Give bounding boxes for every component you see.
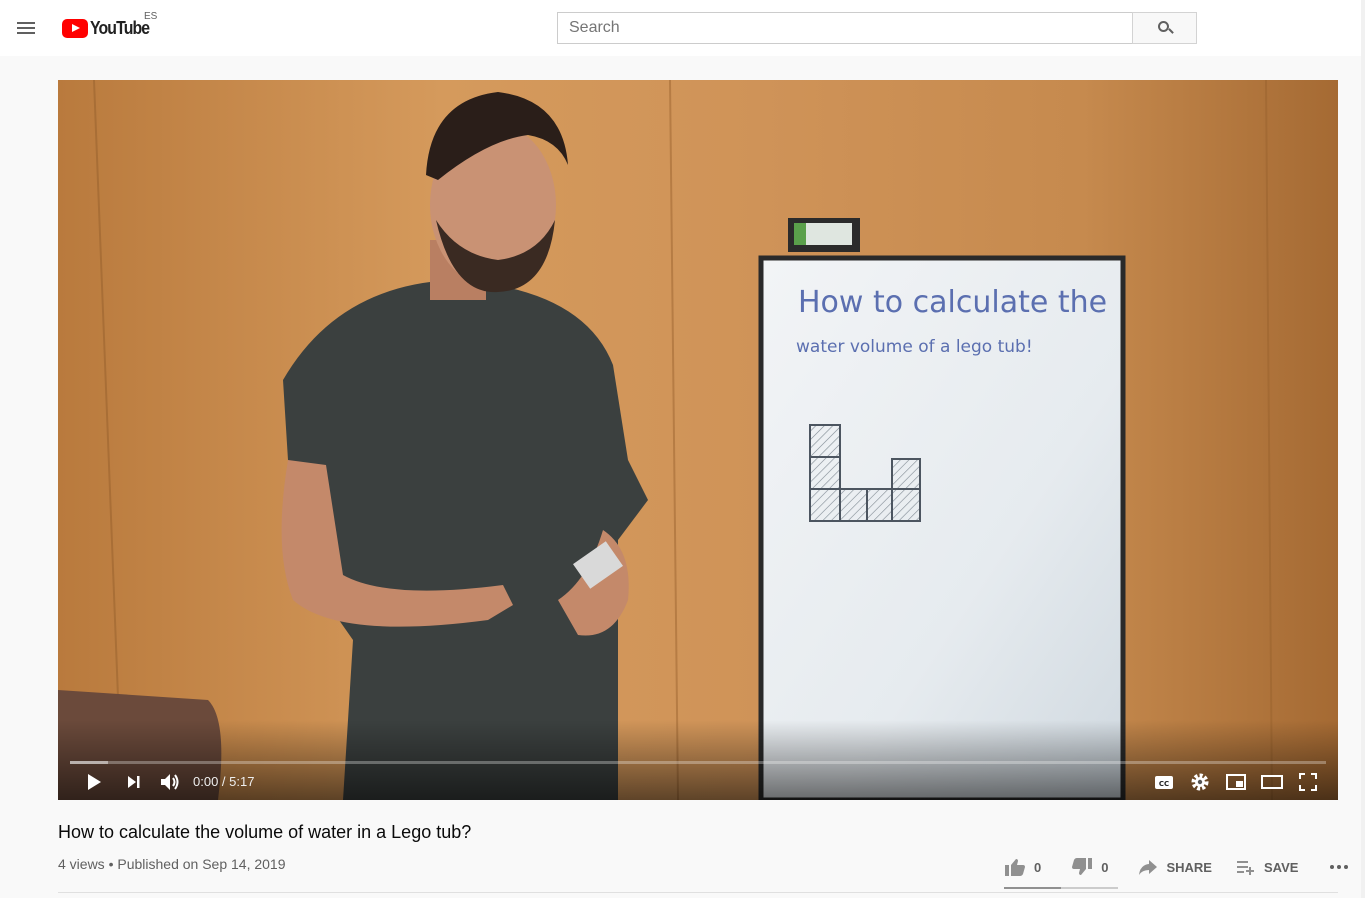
save-label: SAVE — [1263, 859, 1299, 875]
whiteboard-line-2: water volume of a lego tub! — [796, 337, 1033, 357]
volume-button[interactable] — [158, 770, 182, 794]
thumbs-down-icon — [1072, 858, 1093, 875]
dislike-count: 0 — [1101, 859, 1109, 875]
progress-bar[interactable] — [70, 761, 1326, 764]
volume-icon — [161, 774, 179, 790]
share-label: SHARE — [1166, 859, 1212, 875]
theater-button[interactable] — [1260, 770, 1284, 794]
video-frame: How to calculate the water volume of a l… — [58, 80, 1338, 800]
fullscreen-icon — [1299, 773, 1317, 791]
video-actions: 0 0 SHARE SAVE — [1004, 852, 1358, 882]
video-meta: 4 views • Published on Sep 14, 2019 — [58, 856, 286, 872]
playlist-add-icon — [1236, 861, 1254, 875]
play-button[interactable] — [82, 770, 106, 794]
hamburger-menu-icon[interactable] — [14, 16, 38, 40]
youtube-logo[interactable]: YouTube ES — [62, 11, 157, 40]
search-input[interactable] — [557, 12, 1133, 44]
settings-button[interactable] — [1188, 770, 1212, 794]
share-button[interactable]: SHARE — [1138, 858, 1212, 876]
sentiment-bar — [1004, 887, 1118, 889]
divider — [58, 892, 1338, 893]
sentiment-bar-fill — [1004, 887, 1061, 889]
like-button[interactable]: 0 — [1004, 857, 1041, 877]
subtitles-icon: CC — [1155, 776, 1173, 789]
dislike-button[interactable]: 0 — [1071, 857, 1108, 877]
next-button[interactable] — [122, 770, 146, 794]
logo-text: YouTube — [90, 17, 150, 38]
subtitles-button[interactable]: CC — [1152, 770, 1176, 794]
svg-text:CC: CC — [1159, 780, 1169, 788]
play-icon — [88, 774, 101, 790]
theater-icon — [1261, 775, 1283, 789]
share-icon — [1139, 860, 1158, 875]
next-icon — [128, 776, 140, 788]
miniplayer-button[interactable] — [1224, 770, 1248, 794]
like-count: 0 — [1034, 859, 1042, 875]
page-scrollbar[interactable] — [1361, 0, 1365, 898]
buffered-bar — [70, 761, 108, 764]
save-button[interactable]: SAVE — [1236, 858, 1298, 876]
thumbs-up-icon — [1005, 859, 1025, 876]
whiteboard-line-1: How to calculate the — [798, 285, 1107, 320]
search-icon — [1158, 21, 1169, 32]
search-button[interactable] — [1132, 12, 1197, 44]
settings-icon — [1191, 773, 1209, 791]
region-code: ES — [144, 11, 158, 22]
time-display: 0:00 / 5:17 — [193, 774, 255, 789]
video-title: How to calculate the volume of water in … — [58, 822, 472, 842]
masthead: YouTube ES — [0, 0, 1365, 56]
more-horizontal-icon — [1330, 865, 1349, 869]
fullscreen-button[interactable] — [1296, 770, 1320, 794]
more-actions-button[interactable] — [1328, 857, 1358, 877]
video-player[interactable]: How to calculate the water volume of a l… — [58, 80, 1338, 800]
youtube-play-logo-icon — [62, 18, 88, 38]
miniplayer-icon — [1226, 774, 1246, 790]
